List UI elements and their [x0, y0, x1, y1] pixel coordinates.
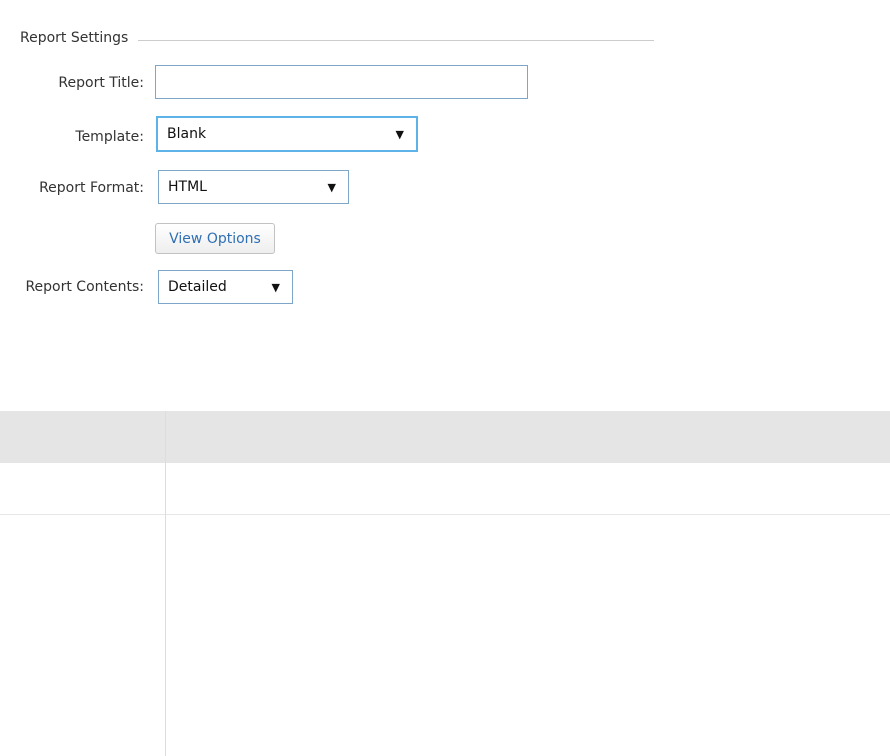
caret-down-icon: ▼ [271, 280, 280, 294]
grid-header [0, 411, 890, 463]
report-contents-select[interactable]: Detailed ▼ [158, 270, 293, 304]
grid-row-divider [0, 514, 890, 515]
report-settings-page: Report Settings Report Title: Template: … [0, 0, 890, 756]
report-contents-label: Report Contents: [25, 279, 144, 295]
report-format-label: Report Format: [39, 180, 144, 196]
template-select[interactable]: Blank ▼ [156, 116, 418, 152]
report-title-input[interactable] [155, 65, 528, 99]
grid-column-divider [165, 411, 166, 756]
template-selected-value: Blank [167, 126, 207, 142]
report-settings-legend: Report Settings [20, 30, 139, 46]
view-options-button[interactable]: View Options [155, 223, 275, 254]
report-grid [0, 411, 890, 756]
report-format-select[interactable]: HTML ▼ [158, 170, 349, 204]
template-label: Template: [75, 129, 144, 145]
report-contents-selected-value: Detailed [168, 279, 227, 295]
report-title-label: Report Title: [58, 75, 144, 91]
report-format-selected-value: HTML [168, 179, 207, 195]
caret-down-icon: ▼ [327, 180, 336, 194]
caret-down-icon: ▼ [395, 127, 404, 141]
